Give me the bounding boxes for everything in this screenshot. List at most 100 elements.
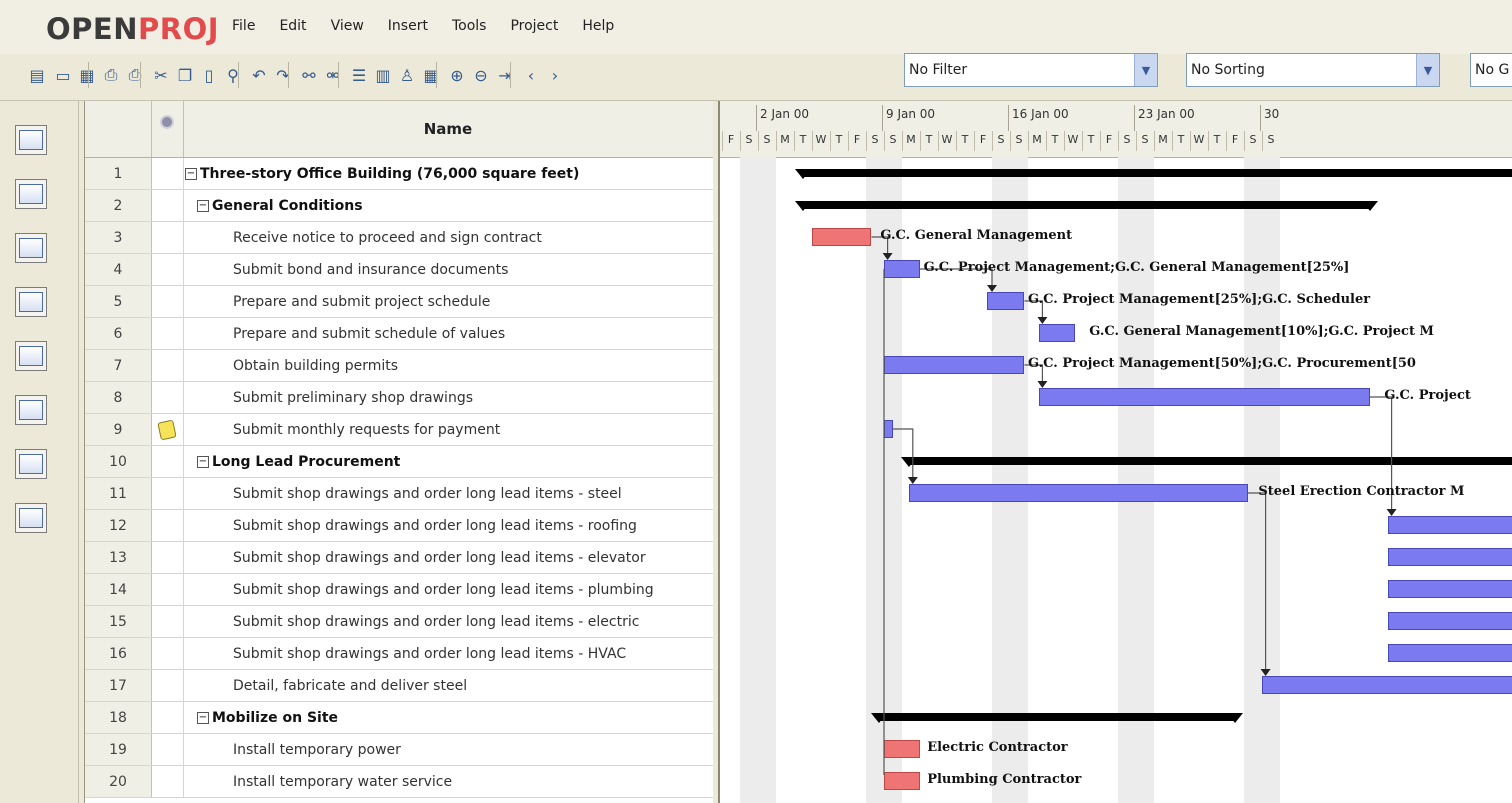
task-name-cell[interactable]: Install temporary water service [183, 766, 713, 797]
task-name-cell[interactable]: Submit shop drawings and order long lead… [183, 638, 713, 669]
menu-insert[interactable]: Insert [388, 18, 428, 34]
redo-icon[interactable]: ↷ [272, 64, 294, 86]
id-column-header[interactable] [85, 101, 152, 157]
table-row[interactable]: 8 Submit preliminary shop drawings [85, 382, 713, 414]
task-name: Submit shop drawings and order long lead… [233, 549, 646, 566]
zoom-in-icon[interactable]: ⊕ [446, 64, 468, 86]
table-row[interactable]: 7 Obtain building permits [85, 350, 713, 382]
rbs-view-icon[interactable] [15, 341, 47, 371]
table-row[interactable]: 16 Submit shop drawings and order long le… [85, 638, 713, 670]
filter-select[interactable]: No Filter ▼ [904, 53, 1158, 87]
table-row[interactable]: 1 − Three-story Office Building (76,000 sq… [85, 158, 713, 190]
table-row[interactable]: 11 Submit shop drawings and order long le… [85, 478, 713, 510]
projects-view-icon[interactable] [15, 395, 47, 425]
menu-help[interactable]: Help [582, 18, 614, 34]
table-row[interactable]: 4 Submit bond and insurance documents [85, 254, 713, 286]
task-name-cell[interactable]: − General Conditions [183, 190, 713, 221]
resource-label: G.C. Project Management[50%];G.C. Procur… [1028, 356, 1416, 371]
table-row[interactable]: 19 Install temporary power [85, 734, 713, 766]
print-preview-icon[interactable]: ⎙ [100, 64, 122, 86]
table-row[interactable]: 17 Detail, fabricate and deliver steel [85, 670, 713, 702]
task-name-cell[interactable]: Prepare and submit schedule of values [183, 318, 713, 349]
task-name: Submit bond and insurance documents [233, 261, 509, 278]
menu-edit[interactable]: Edit [279, 18, 306, 34]
task-name-cell[interactable]: Submit preliminary shop drawings [183, 382, 713, 413]
toolbar-separator [140, 62, 141, 88]
forward-icon[interactable]: › [544, 64, 566, 86]
notes-icon[interactable]: ▥ [372, 64, 394, 86]
find-icon[interactable]: ⚲ [222, 64, 244, 86]
table-row[interactable]: 9 Submit monthly requests for payment [85, 414, 713, 446]
scroll-to-task-icon[interactable]: ⇥ [494, 64, 516, 86]
gantt-view-icon[interactable] [15, 125, 47, 155]
table-row[interactable]: 14 Submit shop drawings and order long le… [85, 574, 713, 606]
back-icon[interactable]: ‹ [520, 64, 542, 86]
task-name-cell[interactable]: Submit shop drawings and order long lead… [183, 606, 713, 637]
task-name-cell[interactable]: − Mobilize on Site [183, 702, 713, 733]
resource-usage-view-icon[interactable] [15, 503, 47, 533]
table-row[interactable]: 20 Install temporary water service [85, 766, 713, 798]
menu-view[interactable]: View [331, 18, 364, 34]
task-name: Install temporary power [233, 741, 401, 758]
dependency-arrow [1037, 381, 1048, 388]
chevron-down-icon[interactable]: ▼ [1134, 54, 1157, 86]
menu-tools[interactable]: Tools [452, 18, 487, 34]
open-icon[interactable]: ▭ [52, 64, 74, 86]
menu-file[interactable]: File [232, 18, 255, 34]
task-name-cell[interactable]: Prepare and submit project schedule [183, 286, 713, 317]
report-glyph [19, 454, 43, 474]
table-row[interactable]: 5 Prepare and submit project schedule [85, 286, 713, 318]
zoom-out-icon[interactable]: ⊖ [470, 64, 492, 86]
new-project-icon[interactable]: ▤ [26, 64, 48, 86]
task-name-cell[interactable]: Install temporary power [183, 734, 713, 765]
copy-icon[interactable]: ❐ [174, 64, 196, 86]
report-view-icon[interactable] [15, 449, 47, 479]
undo-icon[interactable]: ↶ [248, 64, 270, 86]
group-select[interactable]: No G [1470, 53, 1512, 87]
task-name-cell[interactable]: Submit monthly requests for payment [183, 414, 713, 445]
table-row[interactable]: 18 − Mobilize on Site [85, 702, 713, 734]
cut-icon[interactable]: ✂ [150, 64, 172, 86]
task-name: Submit shop drawings and order long lead… [233, 613, 640, 630]
table-row[interactable]: 15 Submit shop drawings and order long le… [85, 606, 713, 638]
chevron-down-icon[interactable]: ▼ [1416, 54, 1439, 86]
resources-view-icon[interactable] [15, 233, 47, 263]
paste-icon[interactable]: ▯ [198, 64, 220, 86]
calendar-icon[interactable]: ▦ [420, 64, 442, 86]
task-name-cell[interactable]: Obtain building permits [183, 350, 713, 381]
collapse-toggle-icon[interactable]: − [197, 711, 209, 724]
table-row[interactable]: 10 − Long Lead Procurement [85, 446, 713, 478]
task-name-cell[interactable]: Submit bond and insurance documents [183, 254, 713, 285]
task-name-cell[interactable]: Submit shop drawings and order long lead… [183, 542, 713, 573]
name-column-header[interactable]: Name [183, 101, 713, 157]
table-row[interactable]: 2 − General Conditions [85, 190, 713, 222]
save-icon[interactable]: ▦ [76, 64, 98, 86]
task-name-cell[interactable]: Detail, fabricate and deliver steel [183, 670, 713, 701]
row-indicator [151, 158, 184, 189]
wbs-view-icon[interactable] [15, 287, 47, 317]
task-name-cell[interactable]: Submit shop drawings and order long lead… [183, 478, 713, 509]
note-icon[interactable] [157, 419, 177, 440]
task-name-cell[interactable]: − Long Lead Procurement [183, 446, 713, 477]
task-info-icon[interactable]: ☰ [348, 64, 370, 86]
table-row[interactable]: 12 Submit shop drawings and order long le… [85, 510, 713, 542]
task-name-cell[interactable]: − Three-story Office Building (76,000 squ… [183, 158, 713, 189]
indicators-column-header[interactable] [151, 101, 184, 157]
resource-icon[interactable]: ♙ [396, 64, 418, 86]
task-name: Install temporary water service [233, 773, 453, 790]
table-row[interactable]: 3 Receive notice to proceed and sign cont… [85, 222, 713, 254]
print-icon[interactable]: ⎙ [124, 64, 146, 86]
collapse-toggle-icon[interactable]: − [185, 167, 197, 180]
unlink-icon[interactable]: ⚮ [322, 64, 344, 86]
collapse-toggle-icon[interactable]: − [197, 455, 209, 468]
network-view-icon[interactable] [15, 179, 47, 209]
sorting-select[interactable]: No Sorting ▼ [1186, 53, 1440, 87]
table-row[interactable]: 13 Submit shop drawings and order long le… [85, 542, 713, 574]
collapse-toggle-icon[interactable]: − [197, 199, 209, 212]
task-name-cell[interactable]: Receive notice to proceed and sign contr… [183, 222, 713, 253]
task-name-cell[interactable]: Submit shop drawings and order long lead… [183, 574, 713, 605]
table-row[interactable]: 6 Prepare and submit schedule of values [85, 318, 713, 350]
menu-project[interactable]: Project [510, 18, 558, 34]
task-name-cell[interactable]: Submit shop drawings and order long lead… [183, 510, 713, 541]
link-icon[interactable]: ⚯ [298, 64, 320, 86]
